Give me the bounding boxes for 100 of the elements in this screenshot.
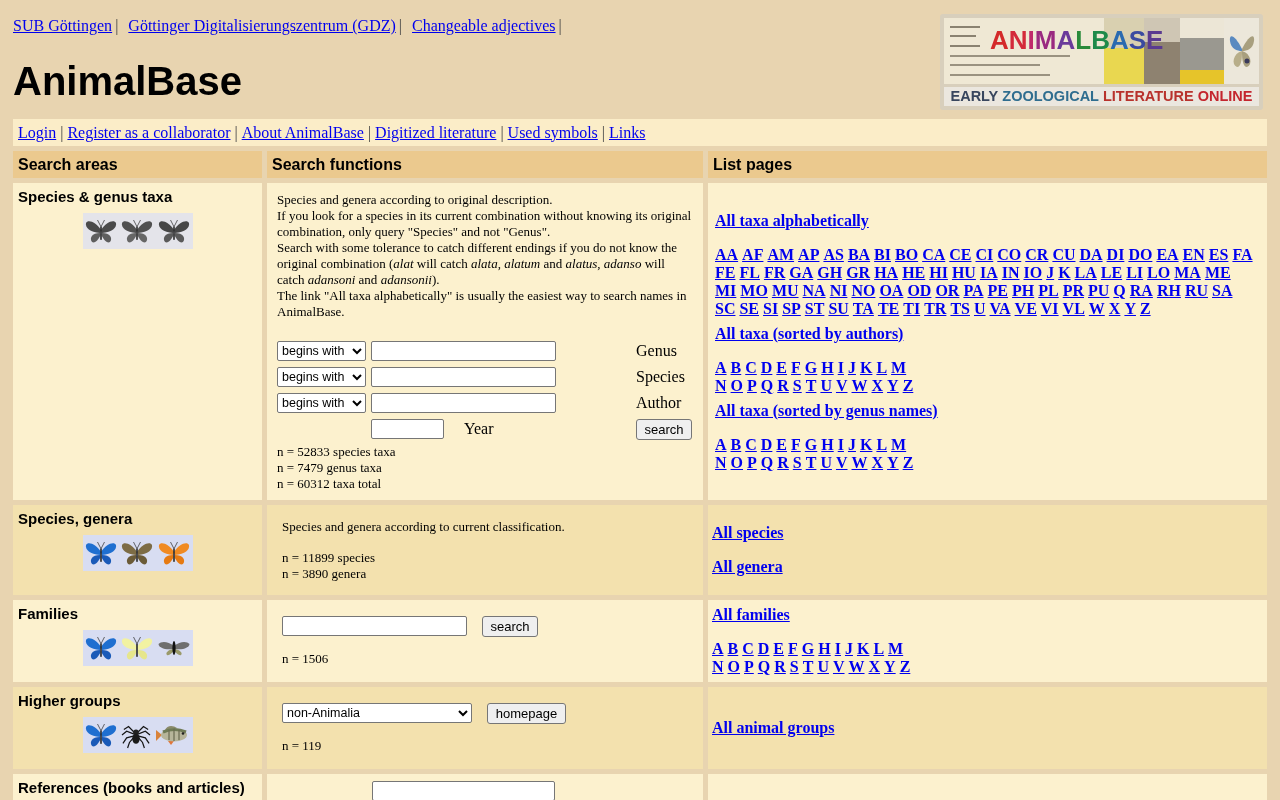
letter-link[interactable]: VA [989,299,1011,317]
letter-link[interactable]: V [832,658,845,675]
letter-link[interactable]: LI [1126,263,1144,281]
letter-link[interactable]: MI [715,281,737,299]
letter-link[interactable]: NO [851,281,876,299]
name-input[interactable] [371,366,556,387]
nav-link[interactable]: Digitized literature [375,123,497,142]
letter-link[interactable]: O [730,376,743,394]
letter-link[interactable]: A [712,640,724,657]
letter-link[interactable]: K [859,435,873,453]
header-link[interactable]: Changeable adjectives [412,17,556,35]
letter-link[interactable]: PL [1038,281,1059,299]
family-input[interactable] [282,616,467,636]
letter-link[interactable]: N [715,453,727,471]
letter-link[interactable]: BO [895,245,919,263]
letter-link[interactable]: K [856,640,870,657]
letter-link[interactable]: T [802,658,814,675]
search-button[interactable]: search [636,418,692,440]
letter-link[interactable]: Z [1139,299,1151,317]
letter-link[interactable]: CE [949,245,972,263]
letter-link[interactable]: H [821,358,834,376]
letter-link[interactable]: X [871,453,884,471]
letter-link[interactable]: C [745,358,757,376]
list-link[interactable]: All taxa (sorted by authors) [715,324,904,342]
letter-link[interactable]: AP [798,245,820,263]
letter-link[interactable]: M [888,640,904,657]
letter-link[interactable]: J [844,640,853,657]
year-input[interactable] [371,419,444,439]
letter-link[interactable]: N [715,376,727,394]
letter-link[interactable]: ES [1208,245,1229,263]
letter-link[interactable]: I [834,640,841,657]
letter-link[interactable]: VI [1040,299,1059,317]
letter-link[interactable]: J [1046,263,1055,281]
letter-link[interactable]: FE [715,263,736,281]
letter-link[interactable]: W [848,658,865,675]
letter-link[interactable]: ST [804,299,825,317]
letter-link[interactable]: Z [902,453,914,471]
letter-link[interactable]: L [873,640,885,657]
letter-link[interactable]: W [851,453,868,471]
letter-link[interactable]: HE [902,263,926,281]
letter-link[interactable]: D [757,640,770,657]
search-button[interactable]: search [482,615,538,637]
letter-link[interactable]: R [777,453,789,471]
letter-link[interactable]: CA [922,245,946,263]
letter-link[interactable]: U [820,376,832,394]
letter-link[interactable]: J [847,435,856,453]
letter-link[interactable]: AA [715,245,739,263]
letter-link[interactable]: SP [782,299,801,317]
letter-link[interactable]: MU [771,281,799,299]
group-dropdown[interactable]: non-Animalia [282,703,472,723]
letter-link[interactable]: RA [1129,281,1153,299]
letter-link[interactable]: R [777,376,789,394]
letter-link[interactable]: A [715,435,727,453]
letter-link[interactable]: RU [1184,281,1208,299]
letter-link[interactable]: E [776,358,788,376]
letter-link[interactable]: GA [789,263,814,281]
letter-link[interactable]: EN [1182,245,1205,263]
list-link[interactable]: All taxa (sorted by genus names) [715,401,938,419]
letter-link[interactable]: S [792,453,802,471]
letter-link[interactable]: B [727,640,739,657]
letter-link[interactable]: NI [829,281,848,299]
letter-link[interactable]: S [792,376,802,394]
letter-link[interactable]: K [859,358,873,376]
letter-link[interactable]: FR [763,263,786,281]
letter-link[interactable]: BI [874,245,891,263]
letter-link[interactable]: SA [1212,281,1233,299]
letter-link[interactable]: Q [1113,281,1126,299]
letter-link[interactable]: PR [1062,281,1084,299]
letter-link[interactable]: CO [997,245,1022,263]
letter-link[interactable]: OA [879,281,904,299]
letter-link[interactable]: M [891,358,907,376]
letter-link[interactable]: MO [740,281,768,299]
letter-link[interactable]: OD [907,281,932,299]
letter-link[interactable]: K [1058,263,1071,281]
letter-link[interactable]: A [715,358,727,376]
letter-link[interactable]: IN [1001,263,1020,281]
letter-link[interactable]: U [820,453,832,471]
letter-link[interactable]: AM [767,245,795,263]
letter-link[interactable]: CU [1052,245,1076,263]
letter-link[interactable]: TS [950,299,970,317]
letter-link[interactable]: G [801,640,815,657]
list-link[interactable]: All families [712,606,790,623]
letter-link[interactable]: NA [802,281,826,299]
letter-link[interactable]: DA [1079,245,1103,263]
letter-link[interactable]: Y [887,453,899,471]
letter-link[interactable]: Z [899,658,911,675]
list-link[interactable]: All genera [712,558,783,575]
nav-link[interactable]: Register as a collaborator [67,123,231,142]
letter-link[interactable]: C [742,640,754,657]
letter-link[interactable]: VE [1014,299,1037,317]
letter-link[interactable]: Z [902,376,914,394]
letter-link[interactable]: E [773,640,785,657]
letter-link[interactable]: EA [1156,245,1179,263]
letter-link[interactable]: SC [715,299,736,317]
letter-link[interactable]: Q [760,453,774,471]
letter-link[interactable]: LE [1100,263,1123,281]
letter-link[interactable]: TA [852,299,874,317]
letter-link[interactable]: E [776,435,788,453]
letter-link[interactable]: Q [757,658,771,675]
mode-dropdown[interactable]: begins with [277,392,366,413]
